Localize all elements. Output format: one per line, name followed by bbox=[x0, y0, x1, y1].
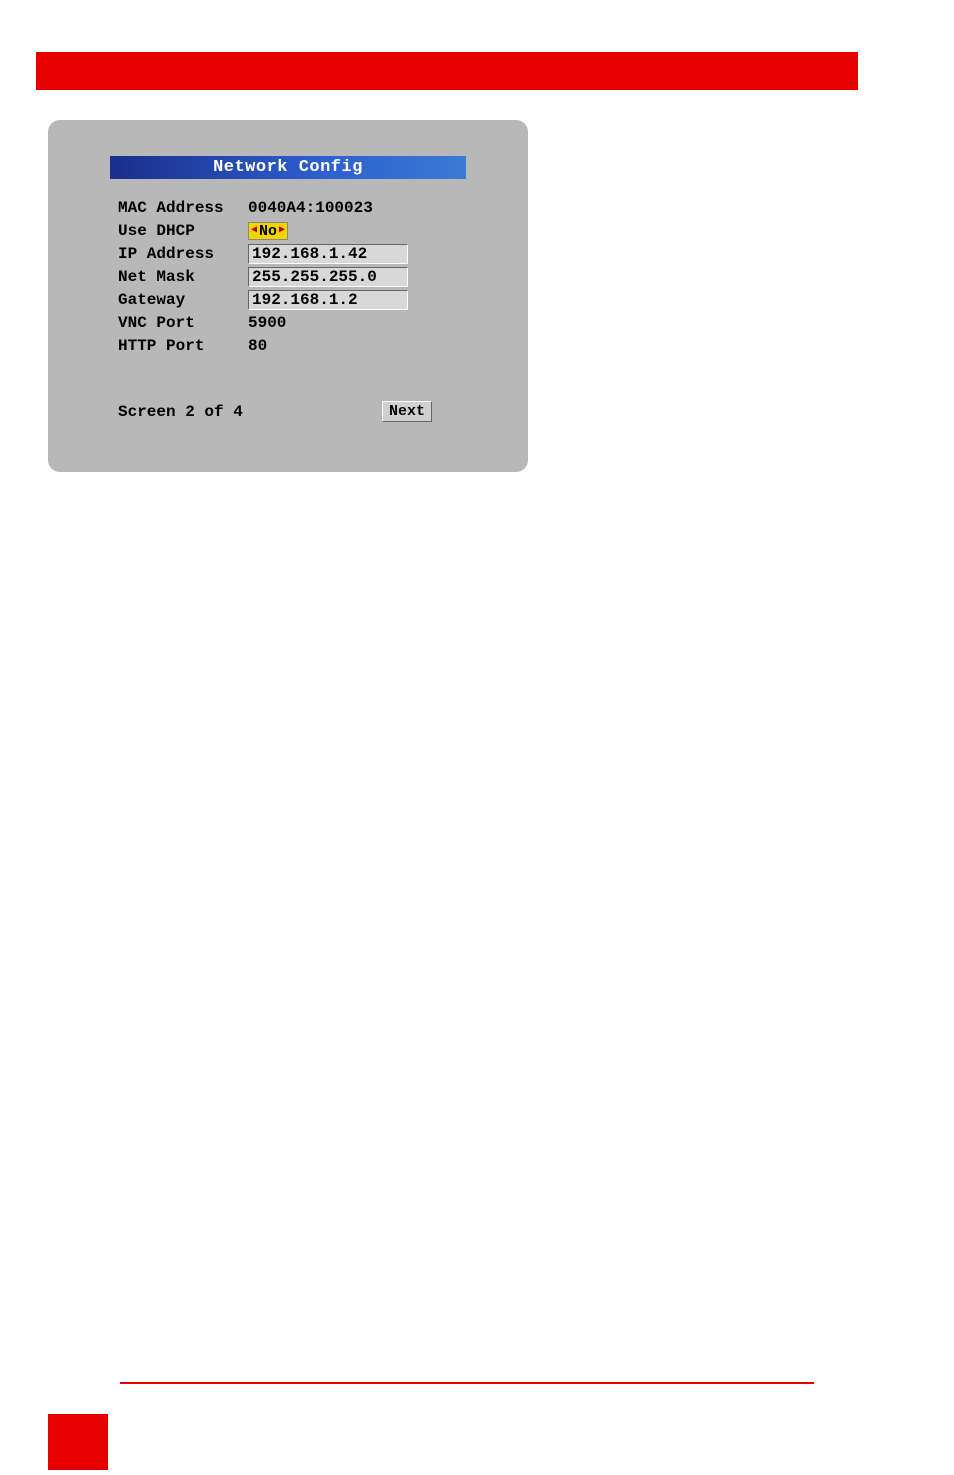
page-footer-area bbox=[0, 1382, 954, 1470]
footer-red-line bbox=[120, 1382, 814, 1384]
use-dhcp-row: Use DHCP ◀ No ▶ bbox=[118, 220, 488, 242]
net-mask-row: Net Mask bbox=[118, 266, 488, 288]
use-dhcp-select[interactable]: ◀ No ▶ bbox=[248, 222, 288, 240]
header-red-bar bbox=[36, 52, 858, 90]
chevron-right-icon[interactable]: ▶ bbox=[279, 226, 285, 236]
gateway-row: Gateway bbox=[118, 289, 488, 311]
http-port-value: 80 bbox=[248, 337, 267, 355]
net-mask-input[interactable] bbox=[248, 267, 408, 287]
mac-address-row: MAC Address 0040A4:100023 bbox=[118, 197, 488, 219]
use-dhcp-label: Use DHCP bbox=[118, 222, 248, 240]
http-port-row: HTTP Port 80 bbox=[118, 335, 488, 357]
http-port-label: HTTP Port bbox=[118, 337, 248, 355]
screen-count: Screen 2 of 4 bbox=[118, 403, 243, 421]
vnc-port-value: 5900 bbox=[248, 314, 286, 332]
mac-address-label: MAC Address bbox=[118, 199, 248, 217]
form-rows: MAC Address 0040A4:100023 Use DHCP ◀ No … bbox=[118, 197, 488, 357]
footer-red-block bbox=[48, 1414, 108, 1470]
dialog-footer: Screen 2 of 4 Next bbox=[118, 401, 432, 422]
net-mask-label: Net Mask bbox=[118, 268, 248, 286]
vnc-port-row: VNC Port 5900 bbox=[118, 312, 488, 334]
use-dhcp-value: No bbox=[257, 223, 279, 240]
ip-address-label: IP Address bbox=[118, 245, 248, 263]
mac-address-value: 0040A4:100023 bbox=[248, 199, 373, 217]
gateway-label: Gateway bbox=[118, 291, 248, 309]
network-config-dialog: Network Config MAC Address 0040A4:100023… bbox=[48, 120, 528, 472]
ip-address-row: IP Address bbox=[118, 243, 488, 265]
gateway-input[interactable] bbox=[248, 290, 408, 310]
ip-address-input[interactable] bbox=[248, 244, 408, 264]
next-button[interactable]: Next bbox=[382, 401, 432, 422]
vnc-port-label: VNC Port bbox=[118, 314, 248, 332]
dialog-title: Network Config bbox=[110, 156, 466, 179]
